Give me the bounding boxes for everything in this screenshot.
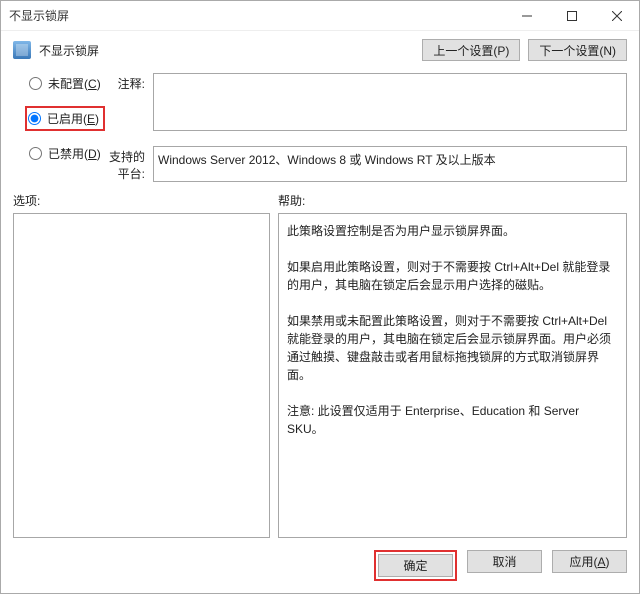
help-label: 帮助: (278, 192, 305, 209)
state-radio-group: 未配置(C) 已启用(E) 已禁用(D) (1, 69, 105, 186)
supported-row: 支持的平台: Windows Server 2012、Windows 8 或 W… (105, 138, 639, 186)
panes: 此策略设置控制是否为用户显示锁屏界面。 如果启用此策略设置，则对于不需要按 Ct… (1, 213, 639, 538)
close-button[interactable] (594, 1, 639, 31)
section-labels: 选项: 帮助: (1, 186, 639, 213)
previous-setting-button[interactable]: 上一个设置(P) (422, 39, 520, 61)
radio-not-configured[interactable]: 未配置(C) (29, 75, 105, 92)
titlebar: 不显示锁屏 (1, 1, 639, 31)
options-label: 选项: (13, 192, 278, 209)
radio-enabled-input[interactable] (28, 112, 41, 125)
footer: 确定 取消 应用(A) (1, 538, 639, 593)
radio-disabled[interactable]: 已禁用(D) (29, 145, 105, 162)
radio-disabled-input[interactable] (29, 147, 42, 160)
highlight-ok: 确定 (374, 550, 457, 581)
minimize-button[interactable] (504, 1, 549, 31)
options-pane (13, 213, 270, 538)
supported-label: 支持的平台: (105, 146, 153, 182)
cancel-button[interactable]: 取消 (467, 550, 542, 573)
supported-text: Windows Server 2012、Windows 8 或 Windows … (153, 146, 627, 182)
next-setting-button[interactable]: 下一个设置(N) (528, 39, 627, 61)
comment-label: 注释: (105, 73, 153, 92)
radio-enabled[interactable]: 已启用(E) (28, 110, 102, 127)
policy-header: 不显示锁屏 上一个设置(P) 下一个设置(N) (1, 31, 639, 69)
policy-name: 不显示锁屏 (39, 42, 414, 59)
apply-button[interactable]: 应用(A) (552, 550, 627, 573)
maximize-button[interactable] (549, 1, 594, 31)
ok-button[interactable]: 确定 (378, 554, 453, 577)
help-pane: 此策略设置控制是否为用户显示锁屏界面。 如果启用此策略设置，则对于不需要按 Ct… (278, 213, 627, 538)
highlight-enabled: 已启用(E) (25, 106, 105, 131)
radio-not-configured-input[interactable] (29, 77, 42, 90)
comment-row: 注释: (105, 69, 639, 138)
dialog-window: 不显示锁屏 不显示锁屏 上一个设置(P) 下一个设置(N) 未配置(C) 已启用… (0, 0, 640, 594)
comment-textarea[interactable] (153, 73, 627, 131)
policy-icon (13, 41, 31, 59)
window-title: 不显示锁屏 (9, 7, 504, 24)
